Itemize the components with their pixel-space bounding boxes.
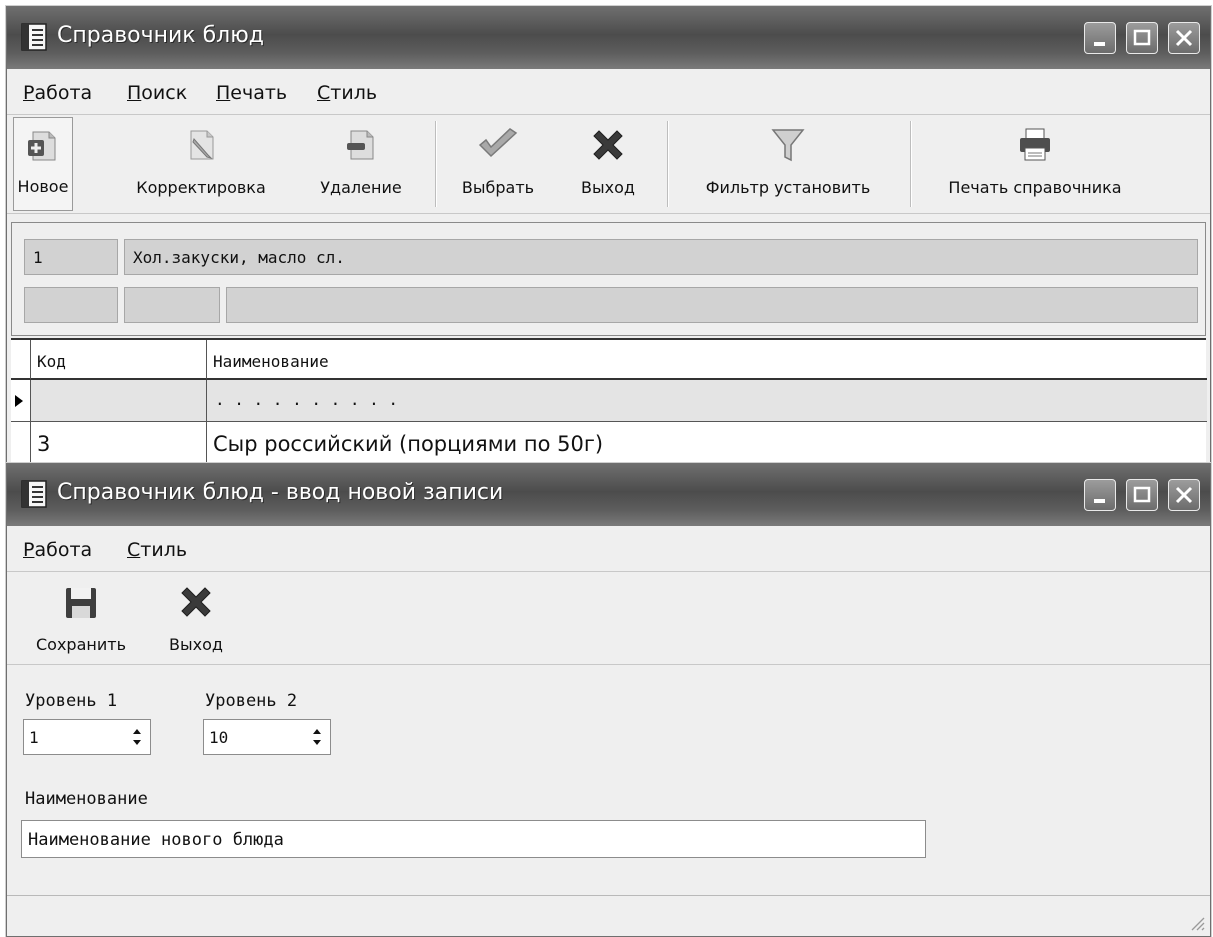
menu-poisk[interactable]: Поиск <box>127 82 187 104</box>
spin-arrows-icon[interactable] <box>125 721 149 753</box>
print-directory-button[interactable]: Печать справочника <box>922 117 1148 211</box>
dialog-exit-button[interactable]: Выход <box>153 574 239 668</box>
row-indicator-header <box>11 340 31 380</box>
close-icon <box>1175 486 1193 504</box>
status-bar <box>7 895 1210 936</box>
menu-stil[interactable]: Стиль <box>127 539 187 561</box>
level1-stepper[interactable]: 1 <box>23 719 151 755</box>
menu-bar: Работа Поиск Печать Стиль <box>7 69 1210 115</box>
filter-name-field[interactable]: Хол.закуски, масло сл. <box>124 239 1198 275</box>
filter-button[interactable]: Фильтр установить <box>677 117 899 211</box>
toolbar: Новое Корректировка Удаление Выбрать Вых… <box>7 115 1210 214</box>
table-row-code[interactable]: 3 <box>31 422 207 463</box>
exit-button[interactable]: Выход <box>565 117 651 211</box>
dialog-title-bar[interactable]: Справочник блюд - ввод новой записи <box>7 464 1210 526</box>
column-header-name[interactable]: Наименование <box>207 340 1207 380</box>
dialog-toolbar: Сохранить Выход <box>7 572 1210 665</box>
document-app-icon <box>21 480 47 508</box>
table-row-name[interactable]: . . . . . . . . . . <box>207 380 1207 422</box>
minimize-button[interactable] <box>1084 479 1116 511</box>
new-record-dialog: Справочник блюд - ввод новой записи Рабо… <box>6 463 1211 937</box>
level2-stepper[interactable]: 10 <box>203 719 331 755</box>
row-indicator <box>11 422 31 463</box>
resize-grip-icon[interactable] <box>1188 914 1206 932</box>
toolbar-separator <box>435 121 436 207</box>
maximize-button[interactable] <box>1126 479 1158 511</box>
delete-button[interactable]: Удаление <box>303 117 419 211</box>
close-icon <box>1175 29 1193 47</box>
level1-value: 1 <box>29 728 39 747</box>
document-app-icon <box>21 23 47 51</box>
main-window: Справочник блюд Работа Поиск Печать Стил… <box>6 6 1211 464</box>
toolbar-separator <box>910 121 911 207</box>
data-grid[interactable]: Код Наименование . . . . . . . . . . 3 С… <box>11 338 1207 463</box>
maximize-icon <box>1133 486 1151 503</box>
funnel-filter-icon <box>771 129 805 162</box>
delete-document-icon <box>347 130 374 160</box>
window-title: Справочник блюд <box>57 23 264 48</box>
menu-rabota[interactable]: Работа <box>23 539 92 561</box>
save-button[interactable]: Сохранить <box>17 574 145 668</box>
close-x-icon <box>181 587 211 617</box>
title-bar[interactable]: Справочник блюд <box>7 7 1210 69</box>
level2-value: 10 <box>209 728 229 747</box>
printer-icon <box>1020 128 1050 161</box>
name-input[interactable]: Наименование нового блюда <box>21 820 926 858</box>
floppy-save-icon <box>66 588 96 618</box>
filter-panel: 1 Хол.закуски, масло сл. <box>11 222 1206 336</box>
add-document-icon <box>28 131 56 161</box>
dialog-menu-bar: Работа Стиль <box>7 526 1210 572</box>
level1-label: Уровень 1 <box>25 691 118 711</box>
name-label: Наименование <box>25 789 148 809</box>
spin-arrows-icon[interactable] <box>305 721 329 753</box>
close-button[interactable] <box>1168 479 1200 511</box>
maximize-icon <box>1133 29 1151 46</box>
close-button[interactable] <box>1168 22 1200 54</box>
filter-field-5[interactable] <box>226 287 1198 323</box>
edit-button[interactable]: Корректировка <box>113 117 289 211</box>
checkmark-icon <box>478 128 518 158</box>
row-indicator <box>11 380 31 422</box>
maximize-button[interactable] <box>1126 22 1158 54</box>
minimize-button[interactable] <box>1084 22 1116 54</box>
current-row-arrow-icon <box>15 395 23 407</box>
minimize-icon <box>1094 499 1105 503</box>
menu-stil[interactable]: Стиль <box>317 82 377 104</box>
column-header-code[interactable]: Код <box>31 340 207 380</box>
menu-pechat[interactable]: Печать <box>216 82 287 104</box>
level2-label: Уровень 2 <box>205 691 298 711</box>
table-row-name[interactable]: Сыр российский (порциями по 50г) <box>207 422 1207 463</box>
filter-code-field[interactable]: 1 <box>24 239 118 275</box>
menu-rabota[interactable]: Работа <box>23 82 92 104</box>
table-row-code[interactable] <box>31 380 207 422</box>
select-button[interactable]: Выбрать <box>447 117 549 211</box>
dialog-title: Справочник блюд - ввод новой записи <box>57 480 504 505</box>
filter-field-4[interactable] <box>124 287 220 323</box>
toolbar-separator <box>667 121 668 207</box>
close-x-icon <box>593 130 623 160</box>
minimize-icon <box>1094 42 1105 46</box>
filter-field-3[interactable] <box>24 287 118 323</box>
edit-document-icon <box>190 130 214 160</box>
new-button[interactable]: Новое <box>13 117 73 211</box>
